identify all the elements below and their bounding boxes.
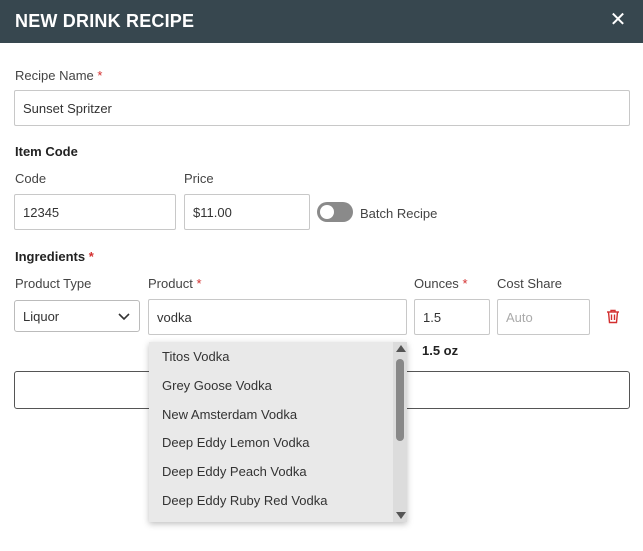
item-code-section-title: Item Code [15, 144, 78, 159]
recipe-name-label: Recipe Name * [15, 68, 102, 83]
toggle-knob [320, 205, 334, 219]
code-label: Code [15, 171, 47, 186]
chevron-down-icon [118, 313, 130, 321]
ounces-label: Ounces * [414, 276, 468, 291]
close-icon[interactable]: ✕ [607, 9, 629, 31]
ounces-input[interactable]: 1.5 [414, 299, 490, 335]
batch-recipe-label: Batch Recipe [360, 206, 438, 221]
product-type-select[interactable]: Liquor [14, 300, 140, 332]
suggestion-option[interactable]: Deep Eddy Ruby Red Vodka [162, 493, 328, 508]
recipe-name-label-text: Recipe Name [15, 68, 94, 83]
required-asterisk: * [97, 68, 103, 83]
suggestion-option[interactable]: Grey Goose Vodka [162, 378, 272, 393]
product-type-value: Liquor [23, 308, 60, 324]
ounces-label-text: Ounces [414, 276, 459, 291]
cost-share-input[interactable]: Auto [497, 299, 590, 335]
price-label: Price [184, 171, 214, 186]
suggestion-option[interactable]: Deep Eddy Lemon Vodka [162, 435, 309, 450]
required-asterisk: * [462, 276, 468, 291]
code-input[interactable]: 12345 [14, 194, 176, 230]
required-asterisk: * [88, 249, 94, 264]
product-suggestions-dropdown: Titos Vodka Grey Goose Vodka New Amsterd… [149, 342, 407, 522]
ounces-display: 1.5 oz [422, 343, 459, 358]
product-label-text: Product [148, 276, 193, 291]
batch-recipe-toggle[interactable] [317, 202, 353, 222]
suggestion-option[interactable]: Deep Eddy Peach Vodka [162, 464, 307, 479]
modal-header: NEW DRINK RECIPE ✕ [0, 0, 643, 43]
suggestion-option[interactable]: New Amsterdam Vodka [162, 407, 297, 422]
product-type-label: Product Type [15, 276, 92, 291]
price-input[interactable]: $11.00 [184, 194, 310, 230]
trash-icon[interactable] [605, 308, 621, 324]
scrollbar-thumb[interactable] [396, 359, 404, 441]
recipe-name-input[interactable]: Sunset Spritzer [14, 90, 630, 126]
product-label: Product * [148, 276, 202, 291]
ingredients-title-text: Ingredients [15, 249, 86, 264]
cost-share-label: Cost Share [497, 276, 563, 291]
ingredients-section-title: Ingredients * [15, 249, 94, 264]
dropdown-scrollbar[interactable] [393, 342, 407, 522]
required-asterisk: * [196, 276, 202, 291]
modal-title: NEW DRINK RECIPE [15, 11, 195, 31]
scroll-up-arrow-icon[interactable] [396, 345, 406, 352]
scroll-down-arrow-icon[interactable] [396, 512, 406, 519]
suggestion-option[interactable]: Titos Vodka [162, 349, 229, 364]
product-input[interactable]: vodka [148, 299, 407, 335]
